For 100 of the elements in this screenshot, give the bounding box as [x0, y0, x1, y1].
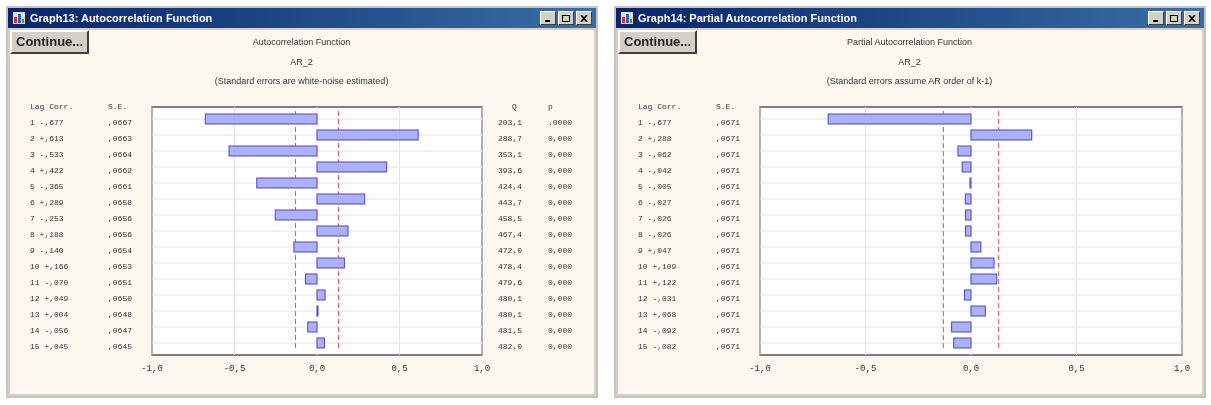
table-cell: ,0671	[716, 148, 740, 161]
table-cell: ,0658	[108, 196, 132, 209]
bar	[965, 225, 972, 236]
table-cell: 0,000	[548, 148, 572, 161]
bar	[961, 161, 972, 172]
bar	[970, 241, 982, 252]
chart-note: (Standard errors are white-noise estimated)	[214, 75, 389, 88]
bar	[316, 289, 326, 300]
table-cell-text: 15 -,082	[638, 340, 678, 353]
table-cell-text: 14 -,092	[638, 324, 678, 337]
window-title: Graph13: Autocorrelation Function	[30, 10, 213, 26]
bar	[963, 289, 972, 300]
axis-tick-label: 1,0	[1173, 363, 1191, 374]
table-cell: ,0671	[716, 132, 740, 145]
table-cell-text: 8 +,188	[30, 228, 65, 241]
bar	[970, 305, 986, 316]
table-cell: 0,000	[548, 340, 572, 353]
table-cell: ,0671	[716, 228, 740, 241]
table-cell: 0,000	[548, 244, 572, 257]
table-cell: ,0671	[716, 324, 740, 337]
table-cell-text: 1 -,677	[30, 116, 65, 129]
table-cell-text: 6 +,289	[30, 196, 65, 209]
bar	[970, 273, 998, 284]
bar	[256, 177, 318, 188]
table-cell-text: 2 +,288	[638, 132, 673, 145]
minimize-button[interactable]	[1148, 11, 1164, 25]
close-button[interactable]	[1184, 11, 1200, 25]
table-cell: 0,000	[548, 180, 572, 193]
variable-name: AR_2	[290, 55, 313, 69]
bar	[316, 257, 345, 268]
table-cell: ,0671	[716, 116, 740, 129]
maximize-button[interactable]	[558, 11, 574, 25]
column-header: Lag Corr.	[638, 100, 683, 113]
bar	[307, 321, 318, 332]
table-cell-text: 12 -,031	[638, 292, 678, 305]
table-cell-text: 1 -,677	[638, 116, 673, 129]
table-cell-text: 13 +,068	[638, 308, 678, 321]
table-cell: ,0656	[108, 228, 132, 241]
table-cell: 0,000	[548, 324, 572, 337]
table-cell: ,0671	[716, 308, 740, 321]
table-cell-text: 467,4	[498, 228, 523, 241]
table-cell: ,0647	[108, 324, 132, 337]
table-cell: ,0671	[716, 276, 740, 289]
close-button[interactable]	[576, 11, 592, 25]
table-cell-text: 480,1	[498, 308, 523, 321]
continue-button[interactable]: Continue...	[618, 30, 698, 54]
table-cell-text: 7 -,026	[638, 212, 673, 225]
table-cell: ,0671	[716, 260, 740, 273]
table-cell-text: 472,0	[498, 244, 523, 257]
maximize-icon	[1170, 14, 1178, 22]
table-cell: ,0671	[716, 164, 740, 177]
bar	[970, 257, 995, 268]
table-cell-text: 288,7	[498, 132, 523, 145]
table-cell-text: 15 +,045	[30, 340, 70, 353]
column-header: S.E.	[716, 100, 736, 113]
table-cell-text: 13 +,004	[30, 308, 70, 321]
column-header: Q	[511, 100, 518, 113]
table-cell: ,0650	[108, 292, 132, 305]
table-cell-text: 12 +,049	[30, 292, 70, 305]
bar	[304, 273, 318, 284]
bar	[316, 305, 319, 316]
table-cell: ,0671	[716, 180, 740, 193]
table-cell-text: 3 -,062	[638, 148, 673, 161]
axis-tick-label: -0,5	[854, 363, 877, 374]
table-cell-text: 5 -,005	[638, 180, 673, 193]
table-cell-text: 10 +,109	[638, 260, 678, 273]
bar	[316, 337, 325, 348]
close-icon	[1188, 14, 1196, 22]
table-cell: 0,000	[548, 308, 572, 321]
continue-button[interactable]: Continue...	[10, 30, 90, 54]
table-cell-text: 6 -,027	[638, 196, 673, 209]
table-cell-text: 3 -,533	[30, 148, 65, 161]
chart-title: Partial Autocorrelation Function	[847, 36, 973, 49]
table-cell: ,0645	[108, 340, 132, 353]
table-cell: .0000	[548, 116, 572, 129]
minimize-button[interactable]	[540, 11, 556, 25]
table-cell-text: 5 -,365	[30, 180, 65, 193]
axis-tick-label: -1,0	[749, 363, 771, 374]
table-cell: 0,000	[548, 164, 572, 177]
bar	[964, 193, 972, 204]
maximize-icon	[562, 14, 570, 22]
bar	[293, 241, 318, 252]
axis-tick-label: 0,5	[391, 363, 408, 374]
chart-title: Autocorrelation Function	[252, 36, 351, 49]
table-cell: ,0653	[108, 260, 132, 273]
table-cell: ,0648	[108, 308, 132, 321]
bar	[953, 337, 972, 348]
bar	[316, 161, 388, 172]
table-cell: ,0662	[108, 164, 132, 177]
table-cell-text: 481,5	[498, 324, 523, 337]
table-cell-text: 7 -,253	[30, 212, 65, 225]
table-cell: ,0654	[108, 244, 132, 257]
table-cell-text: 482,0	[498, 340, 523, 353]
table-cell-text: 4 +,422	[30, 164, 65, 177]
table-cell-text: 393,6	[498, 164, 523, 177]
maximize-button[interactable]	[1166, 11, 1182, 25]
table-cell-text: 14 -,056	[30, 324, 70, 337]
axis-tick-label: -1,0	[141, 363, 163, 374]
table-cell: ,0664	[108, 148, 132, 161]
close-icon	[580, 14, 588, 22]
